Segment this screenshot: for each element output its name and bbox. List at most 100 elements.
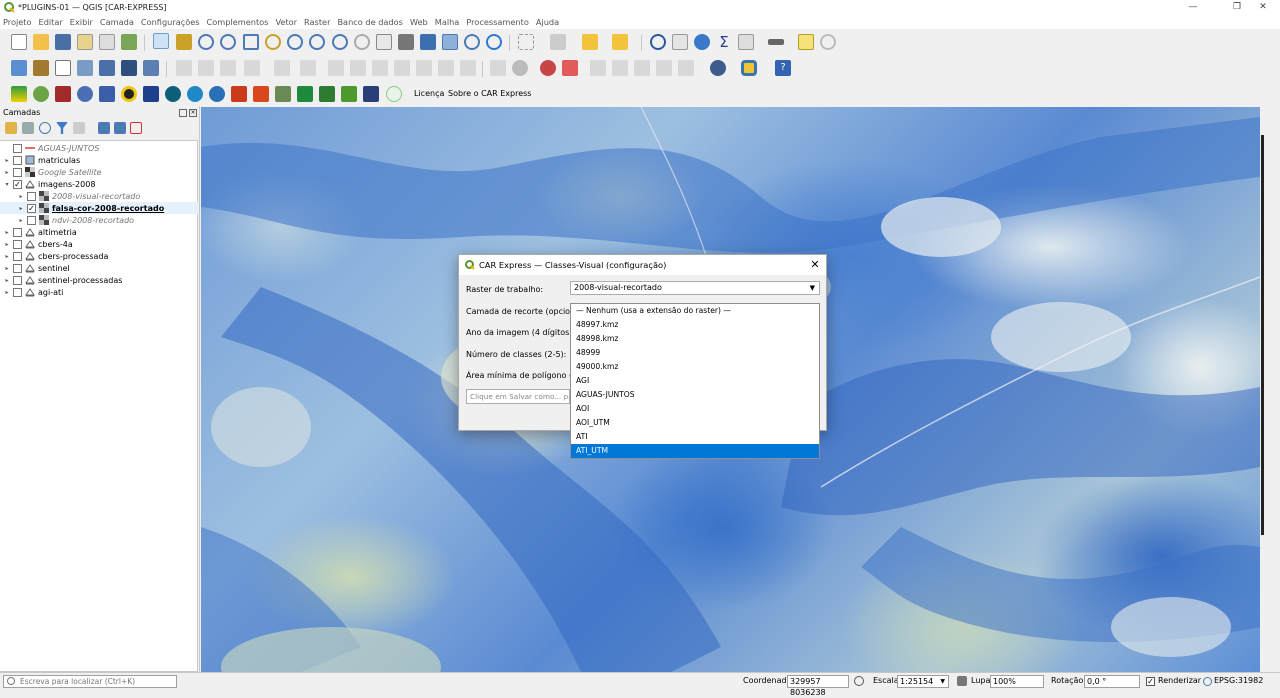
plugin-globe-icon[interactable] <box>710 60 726 76</box>
car-terrain-icon[interactable] <box>275 86 291 102</box>
rotate-label-icon[interactable] <box>612 60 628 76</box>
open-field-calculator-icon[interactable] <box>738 34 754 50</box>
layer-visibility-checkbox[interactable]: ✓ <box>13 179 22 189</box>
redo-more-icon[interactable] <box>460 60 476 76</box>
toggle-extents-icon[interactable] <box>854 676 864 686</box>
layer-visibility-checkbox[interactable] <box>27 191 36 201</box>
new-project-icon[interactable] <box>11 34 27 50</box>
expand-arrow-icon[interactable]: ▸ <box>3 157 11 164</box>
menu-malha[interactable]: Malha <box>435 17 460 27</box>
zoom-full-icon[interactable] <box>243 34 259 50</box>
raster-select[interactable]: 2008-visual-recortado ▼ <box>570 281 820 295</box>
filter-legend-icon[interactable] <box>56 122 68 134</box>
car-search-icon[interactable] <box>187 86 203 102</box>
expand-arrow-icon[interactable]: ▸ <box>3 169 11 176</box>
statistics-sigma-icon[interactable]: Σ <box>716 34 732 50</box>
save-project-icon[interactable] <box>55 34 71 50</box>
car-gear-icon[interactable] <box>77 86 93 102</box>
attribute-table-icon[interactable] <box>672 34 688 50</box>
layer-row[interactable]: ▾ ✓ imagens-2008 <box>0 178 198 190</box>
dropdown-option[interactable]: AGI <box>571 374 819 388</box>
menu-vetor[interactable]: Vetor <box>275 17 297 27</box>
help-icon[interactable]: ? <box>775 60 791 76</box>
car-refresh-icon[interactable] <box>165 86 181 102</box>
car-target-icon[interactable] <box>121 86 137 102</box>
remove-layer-icon[interactable] <box>130 122 142 134</box>
layer-row[interactable]: ▸ sentinel <box>0 262 198 274</box>
layer-row[interactable]: ▸ altimetria <box>0 226 198 238</box>
new-bookmark-icon[interactable] <box>420 34 436 50</box>
car-tools-icon[interactable] <box>99 86 115 102</box>
new-scratch-layer-icon[interactable] <box>99 60 115 76</box>
zoom-in-icon[interactable] <box>198 34 214 50</box>
new-shapefile-layer-icon[interactable] <box>55 60 71 76</box>
close-window-button[interactable]: ✕ <box>1246 0 1280 14</box>
rotation-spinbox[interactable]: 0,0 ° <box>1084 675 1140 688</box>
new-spatialite-layer-icon[interactable] <box>77 60 93 76</box>
layer-row[interactable]: ▸ Google Satellite <box>0 166 198 178</box>
lock-scale-icon[interactable] <box>957 676 967 686</box>
menu-editar[interactable]: Editar <box>39 17 63 27</box>
expand-arrow-icon[interactable]: ▸ <box>3 289 11 296</box>
show-hide-labels-icon[interactable] <box>656 60 672 76</box>
render-checkbox[interactable]: ✓ <box>1146 677 1155 686</box>
pan-hand-icon[interactable] <box>153 33 169 49</box>
car-burn-icon[interactable] <box>253 86 269 102</box>
layer-visibility-checkbox[interactable] <box>13 239 22 249</box>
output-path-field[interactable]: Clique em Salvar como... para es <box>466 389 570 404</box>
manage-map-themes-icon[interactable] <box>39 122 51 134</box>
layer-visibility-checkbox[interactable] <box>13 227 22 237</box>
temporal-controller-icon[interactable] <box>464 34 480 50</box>
car-satellite-icon[interactable] <box>143 86 159 102</box>
expand-arrow-icon[interactable]: ▸ <box>17 193 25 200</box>
globe-icon[interactable] <box>1203 677 1212 686</box>
current-edits-icon[interactable] <box>198 60 214 76</box>
undo-icon[interactable] <box>416 60 432 76</box>
close-panel-button[interactable]: × <box>189 109 197 117</box>
menu-exibir[interactable]: Exibir <box>70 17 93 27</box>
dropdown-option[interactable]: 48997.kmz <box>571 318 819 332</box>
new-3d-view-icon[interactable] <box>398 34 414 50</box>
expand-arrow-icon[interactable]: ▸ <box>3 265 11 272</box>
new-print-layout-icon[interactable] <box>77 34 93 50</box>
move-label-icon[interactable] <box>590 60 606 76</box>
expand-arrow-icon[interactable]: ▸ <box>3 277 11 284</box>
layer-visibility-checkbox[interactable] <box>13 167 22 177</box>
copy-features-icon[interactable] <box>372 60 388 76</box>
dropdown-option[interactable]: AOI_UTM <box>571 416 819 430</box>
pan-to-selection-icon[interactable] <box>176 34 192 50</box>
layer-visibility-checkbox[interactable] <box>27 215 36 225</box>
processing-toolbox-icon[interactable] <box>694 34 710 50</box>
menu-banco-de-dados[interactable]: Banco de dados <box>337 17 402 27</box>
layer-visibility-checkbox[interactable] <box>13 143 22 153</box>
scale-select[interactable]: 1:25154 ▼ <box>897 675 949 688</box>
select-features-icon[interactable] <box>518 34 534 50</box>
open-layer-styling-icon[interactable] <box>5 122 17 134</box>
locator-search-input[interactable]: Escreva para localizar (Ctrl+K) <box>3 675 177 688</box>
expand-arrow-icon[interactable]: ▸ <box>3 241 11 248</box>
zoom-out-icon[interactable] <box>220 34 236 50</box>
identify-features-icon[interactable] <box>650 34 666 50</box>
layer-row[interactable]: ▸ matriculas <box>0 154 198 166</box>
open-project-icon[interactable] <box>33 34 49 50</box>
change-label-icon[interactable] <box>634 60 650 76</box>
expand-all-icon[interactable] <box>98 122 110 134</box>
dropdown-option[interactable]: ATI <box>571 430 819 444</box>
layer-visibility-checkbox[interactable]: ✓ <box>27 203 36 213</box>
toggle-editing-icon[interactable] <box>176 60 192 76</box>
menu-camada[interactable]: Camada <box>100 17 134 27</box>
menu-projeto[interactable]: Projeto <box>3 17 32 27</box>
cut-features-icon[interactable] <box>350 60 366 76</box>
layer-row[interactable]: ▸ ✓ falsa-cor-2008-recortado <box>0 202 198 214</box>
select-by-value-icon[interactable] <box>550 34 566 50</box>
menu-configuracoes[interactable]: Configurações <box>141 17 200 27</box>
layer-visibility-checkbox[interactable] <box>13 287 22 297</box>
crs-button[interactable]: EPSG:31982 <box>1214 676 1263 685</box>
digitize-icon[interactable] <box>244 60 260 76</box>
refresh-icon[interactable] <box>486 34 502 50</box>
layer-row[interactable]: AGUAS-JUNTOS <box>0 142 198 154</box>
multi-edit-icon[interactable] <box>300 60 316 76</box>
layer-row[interactable]: ▸ cbers-4a <box>0 238 198 250</box>
menu-raster[interactable]: Raster <box>304 17 330 27</box>
expand-arrow-icon[interactable]: ▸ <box>17 205 25 212</box>
